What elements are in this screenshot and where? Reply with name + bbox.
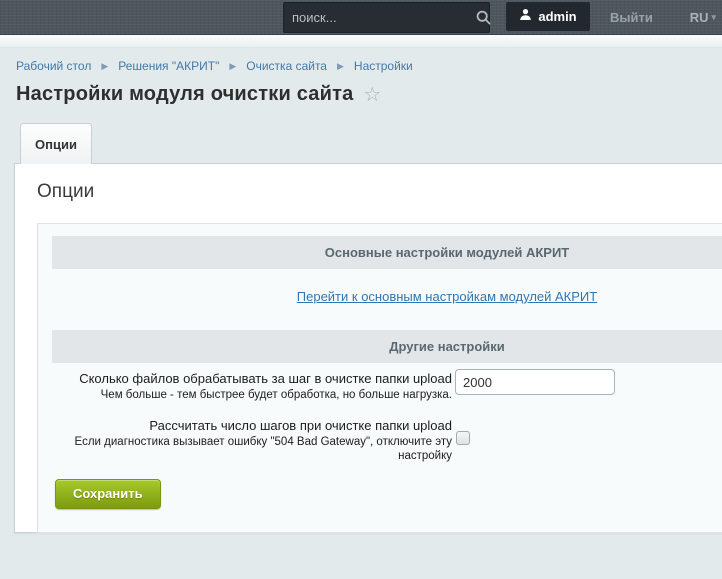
field-label-cell: Рассчитать число шагов при очистке папки…	[52, 416, 452, 464]
topbar-shadow-strip	[0, 35, 722, 48]
form-row-files-per-step: Сколько файлов обрабатывать за шаг в очи…	[52, 369, 722, 403]
breadcrumb-separator-icon: ▶	[229, 61, 236, 72]
page-title-row: Настройки модуля очистки сайта ☆	[0, 73, 722, 106]
calc-steps-label: Рассчитать число шагов при очистке папки…	[52, 418, 452, 434]
breadcrumb-item-desktop[interactable]: Рабочий стол	[16, 59, 91, 73]
breadcrumb-separator-icon: ▶	[101, 61, 108, 72]
field-label-cell: Сколько файлов обрабатывать за шаг в очи…	[52, 369, 452, 403]
link-row: Перейти к основным настройкам модулей АК…	[52, 288, 722, 306]
breadcrumb-separator-icon: ▶	[337, 61, 344, 72]
main-settings-link[interactable]: Перейти к основным настройкам модулей АК…	[297, 289, 597, 304]
tab-bar: Опции	[0, 123, 722, 163]
form-row-calc-steps: Рассчитать число шагов при очистке папки…	[52, 416, 722, 464]
calc-steps-hint: Если диагностика вызывает ошибку "504 Ba…	[52, 435, 452, 464]
section-heading: Опции	[37, 181, 722, 203]
logout-button[interactable]: Выйти	[610, 0, 653, 35]
section-header-other: Другие настройки	[52, 330, 722, 363]
language-selector[interactable]: RU ▾	[690, 0, 716, 35]
save-button[interactable]: Сохранить	[55, 479, 161, 509]
files-per-step-label: Сколько файлов обрабатывать за шаг в очи…	[52, 371, 452, 387]
chevron-down-icon: ▾	[711, 12, 716, 23]
search-input[interactable]	[284, 3, 476, 32]
breadcrumb: Рабочий стол ▶ Решения "АКРИТ" ▶ Очистка…	[0, 48, 722, 73]
person-icon	[519, 8, 532, 26]
user-menu-button[interactable]: admin	[506, 2, 590, 31]
language-label: RU	[690, 10, 709, 25]
files-per-step-hint: Чем больше - тем быстрее будет обработка…	[52, 388, 452, 403]
field-value-cell	[452, 369, 722, 403]
section-header-main: Основные настройки модулей АКРИТ	[52, 236, 722, 269]
content-panel: Опции Основные настройки модулей АКРИТ П…	[14, 163, 722, 533]
search-icon[interactable]	[476, 10, 491, 25]
tab-options[interactable]: Опции	[20, 123, 92, 164]
favorite-star-icon[interactable]: ☆	[363, 85, 381, 105]
button-row: Сохранить	[52, 479, 722, 509]
page-title: Настройки модуля очистки сайта	[16, 83, 353, 106]
calc-steps-checkbox[interactable]	[456, 431, 470, 445]
settings-form: Основные настройки модулей АКРИТ Перейти…	[37, 223, 722, 533]
breadcrumb-item-site-cleanup[interactable]: Очистка сайта	[246, 59, 327, 73]
breadcrumb-item-solutions[interactable]: Решения "АКРИТ"	[118, 59, 219, 73]
search-box[interactable]	[283, 2, 490, 33]
files-per-step-input[interactable]	[455, 369, 615, 395]
user-name: admin	[538, 9, 576, 24]
topbar: admin Выйти RU ▾	[0, 0, 722, 35]
field-value-cell	[452, 416, 722, 464]
breadcrumb-item-settings[interactable]: Настройки	[354, 59, 413, 73]
